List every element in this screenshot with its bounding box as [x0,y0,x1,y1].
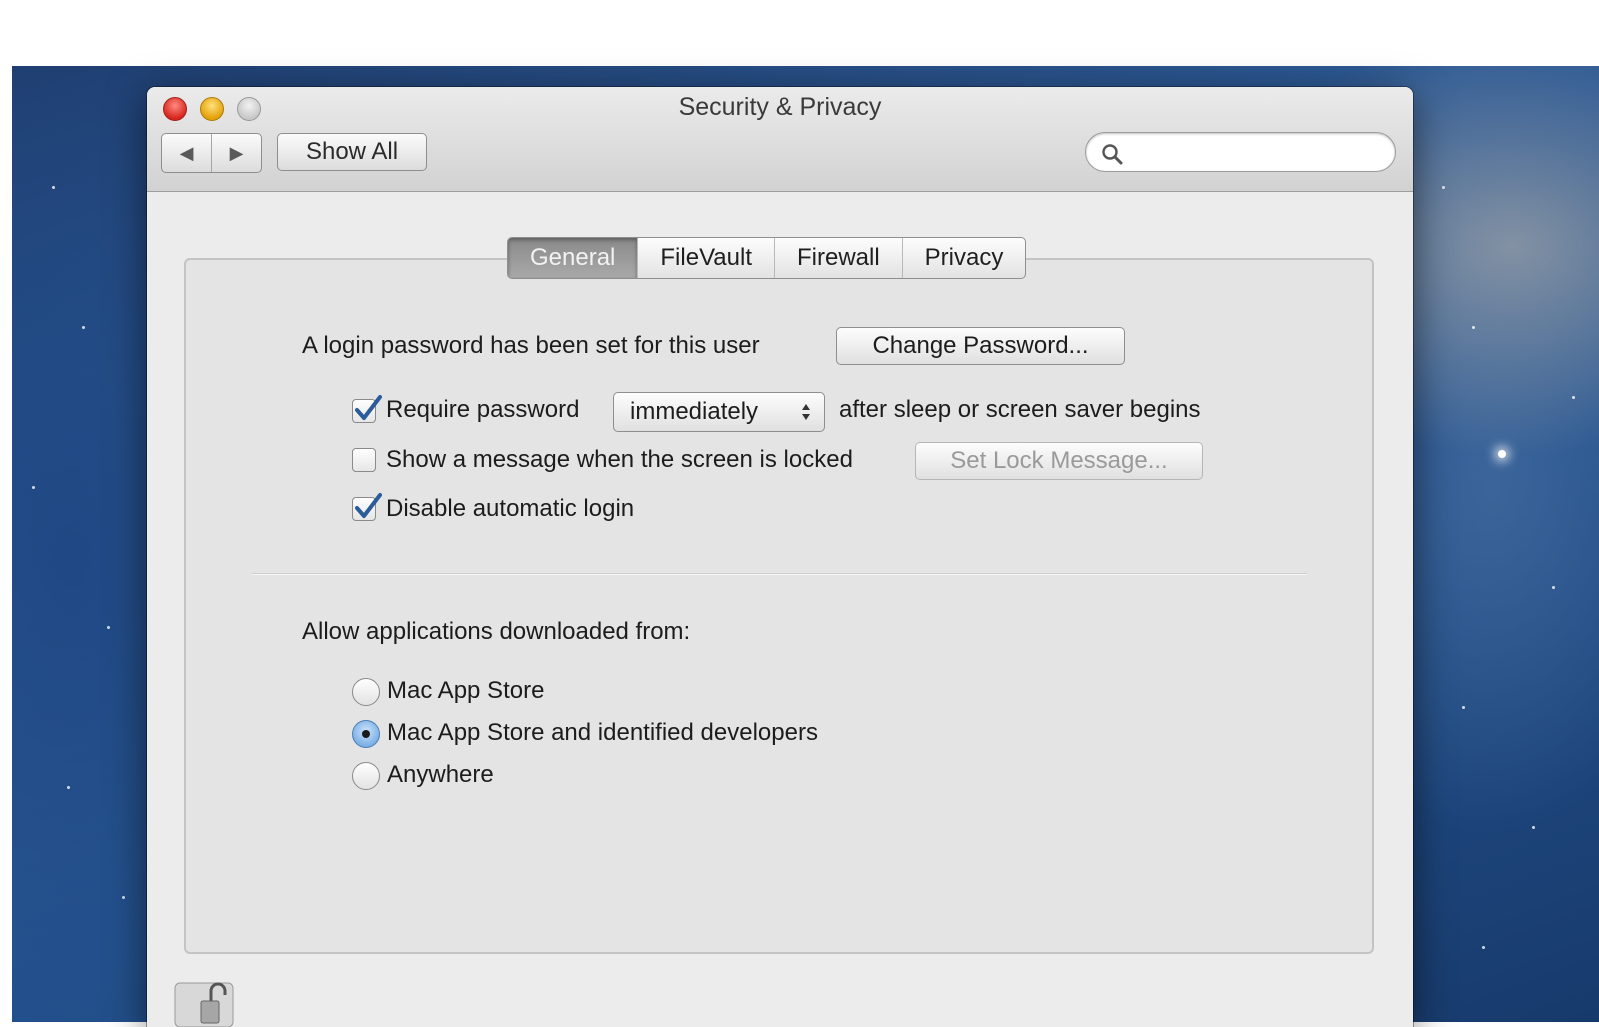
tab-content-panel [184,258,1374,954]
tab-firewall[interactable]: Firewall [773,238,902,278]
password-delay-value: immediately [630,398,759,425]
section-divider [252,573,1307,574]
radio-mac-app-store-identified[interactable] [352,720,380,748]
updown-arrows-icon [802,404,810,420]
show-message-label: Show a message when the screen is locked [386,446,853,473]
show-message-checkbox[interactable] [352,448,376,472]
set-lock-message-button[interactable]: Set Lock Message... [915,442,1203,480]
radio-anywhere-label: Anywhere [387,761,494,788]
require-password-checkbox[interactable] [352,395,382,423]
window-title: Security & Privacy [678,93,882,121]
radio-anywhere[interactable] [352,762,380,790]
show-all-button[interactable]: Show All [277,133,427,171]
checkmark-icon [355,493,382,518]
login-password-text: A login password has been set for this u… [302,332,760,359]
back-button[interactable]: ◀ [162,134,211,172]
forward-button[interactable]: ▶ [211,134,261,172]
security-privacy-window: Security & Privacy ◀ ▶ Show All General … [147,87,1413,1027]
disable-auto-login-label: Disable automatic login [386,495,635,522]
lock-icon[interactable] [173,977,237,1027]
require-password-label: Require password [386,396,580,423]
radio-mac-app-store-identified-label: Mac App Store and identified developers [387,719,818,746]
tab-privacy[interactable]: Privacy [901,238,1026,278]
change-password-button[interactable]: Change Password... [836,327,1125,365]
tab-filevault[interactable]: FileVault [637,238,774,278]
search-input[interactable] [1130,139,1384,167]
radio-dot [362,730,370,738]
page-title-strip [0,0,1599,66]
nav-back-forward: ◀ ▶ [161,133,262,173]
tab-general[interactable]: General [508,238,638,278]
require-password-suffix: after sleep or screen saver begins [839,396,1201,423]
password-delay-select[interactable]: immediately [613,392,825,432]
search-field[interactable] [1085,132,1396,172]
checkmark-icon [355,395,382,420]
radio-mac-app-store[interactable] [352,678,380,706]
title-bar: Security & Privacy ◀ ▶ Show All [147,87,1413,192]
allow-apps-heading: Allow applications downloaded from: [302,618,691,645]
radio-mac-app-store-label: Mac App Store [387,677,545,704]
tab-bar: General FileVault Firewall Privacy [507,237,1027,279]
bright-star [1498,450,1506,458]
disable-auto-login-checkbox[interactable] [352,493,382,521]
search-icon [1102,144,1123,165]
